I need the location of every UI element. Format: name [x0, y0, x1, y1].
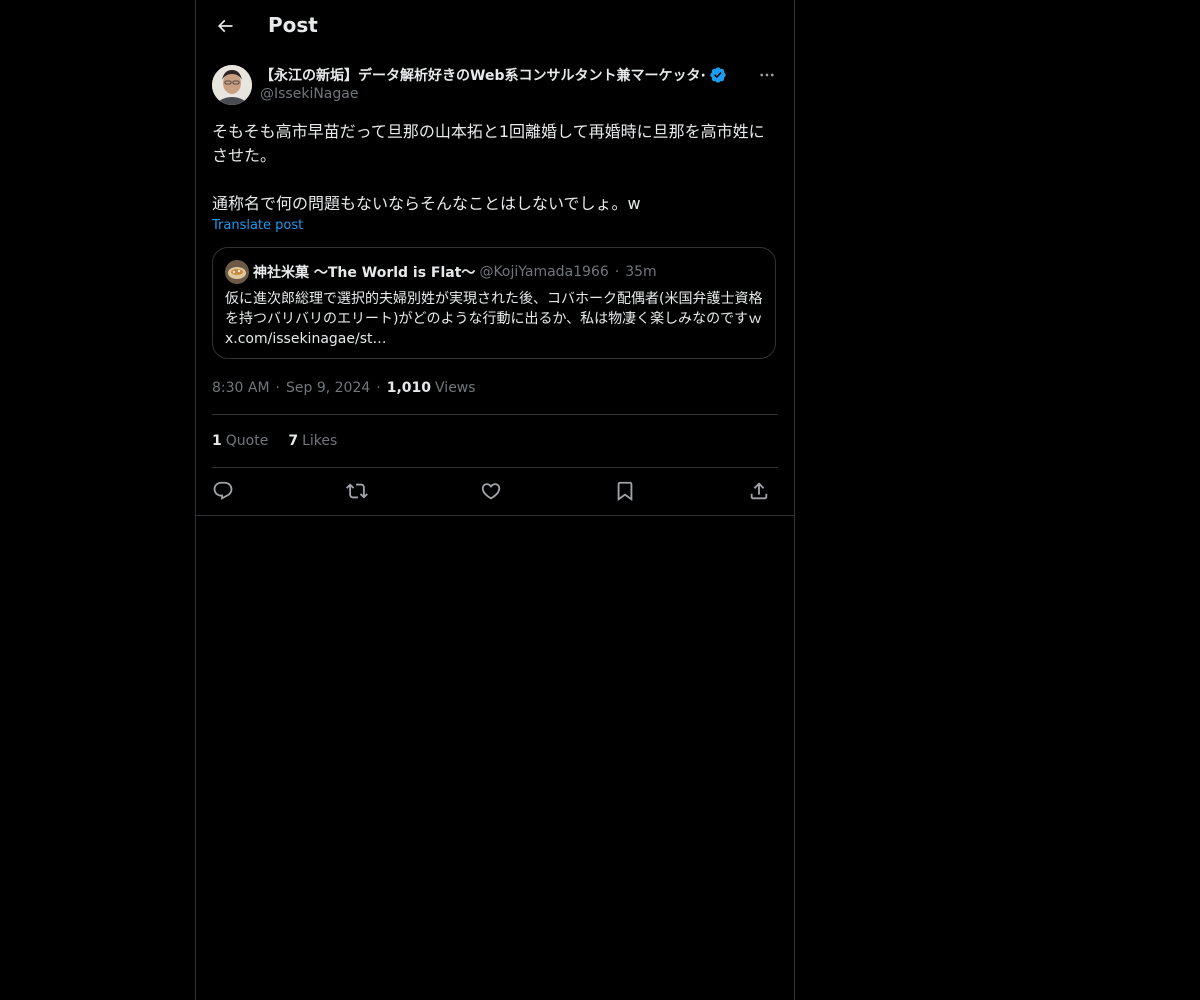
- action-bar: [212, 476, 778, 506]
- quotes-label: Quote: [225, 433, 269, 449]
- quotes-stat[interactable]: 1 Quote: [212, 433, 268, 449]
- tweet-paragraph: そもそも高市早苗だって旦那の山本拓と1回離婚して再婚時に旦那を高市姓にさせた。: [212, 122, 765, 165]
- views-label: Views: [435, 380, 476, 396]
- like-button[interactable]: [476, 476, 506, 506]
- quote-text: 仮に進次郎総理で選択的夫婦別姓が実現された後、コバホーク配偶者(米国弁護士資格を…: [225, 291, 763, 347]
- avatar[interactable]: [212, 65, 252, 105]
- translate-post-link[interactable]: Translate post: [212, 218, 303, 233]
- separator-dot: ·: [275, 380, 280, 396]
- tweet-text: そもそも高市早苗だって旦那の山本拓と1回離婚して再婚時に旦那を高市姓にさせた。 …: [212, 120, 778, 216]
- quote-author-handle: @KojiYamada1966: [479, 264, 609, 280]
- engagement-stats: 1 Quote 7 Likes: [212, 431, 357, 451]
- page-title: Post: [268, 13, 318, 37]
- back-button[interactable]: [208, 9, 242, 43]
- share-button[interactable]: [744, 476, 774, 506]
- reply-icon: [212, 480, 234, 502]
- author-handle[interactable]: @IssekiNagae: [260, 86, 358, 102]
- divider: [212, 467, 778, 468]
- divider: [196, 515, 794, 516]
- post-author: 【永江の新垢】データ解析好きのWeb系コンサルタント兼マーケッタ· @Issek…: [212, 64, 778, 108]
- quote-header: 神社米菓 〜The World is Flat〜 @KojiYamada1966…: [225, 260, 657, 284]
- divider: [212, 414, 778, 415]
- post-header: Post: [196, 0, 794, 53]
- quoted-post-card[interactable]: 神社米菓 〜The World is Flat〜 @KojiYamada1966…: [212, 247, 776, 359]
- display-name[interactable]: 【永江の新垢】データ解析好きのWeb系コンサルタント兼マーケッタ·: [260, 65, 706, 85]
- like-icon: [480, 480, 502, 502]
- likes-label: Likes: [302, 433, 338, 449]
- views-count: 1,010: [386, 380, 432, 396]
- post-meta: 8:30 AM · Sep 9, 2024 · 1,010 Views: [212, 378, 476, 398]
- verified-badge-icon[interactable]: [709, 66, 727, 84]
- separator-dot: ·: [614, 264, 620, 280]
- quote-avatar: [225, 260, 249, 284]
- repost-icon: [346, 480, 368, 502]
- separator-dot: ·: [376, 380, 381, 396]
- bookmark-icon: [614, 480, 636, 502]
- display-name-row: 【永江の新垢】データ解析好きのWeb系コンサルタント兼マーケッタ·: [260, 64, 760, 86]
- quote-timestamp: 35m: [625, 264, 657, 280]
- quotes-count: 1: [212, 433, 222, 449]
- quote-author-name: 神社米菓 〜The World is Flat〜: [253, 265, 476, 281]
- post-column: Post 【永江の新垢】データ解析好きのWeb系コンサルタント兼マーケッタ· @…: [195, 0, 795, 1000]
- repost-button[interactable]: [342, 476, 372, 506]
- bookmark-button[interactable]: [610, 476, 640, 506]
- reply-button[interactable]: [208, 476, 238, 506]
- post-time[interactable]: 8:30 AM: [212, 380, 270, 396]
- more-options-button[interactable]: [756, 64, 778, 86]
- post-date[interactable]: Sep 9, 2024: [286, 380, 370, 396]
- likes-stat[interactable]: 7 Likes: [288, 433, 337, 449]
- share-icon: [748, 480, 770, 502]
- arrow-left-icon: [215, 16, 235, 36]
- tweet-paragraph: 通称名で何の問題もないならそんなことはしないでしょ。w: [212, 194, 641, 213]
- likes-count: 7: [288, 433, 299, 449]
- more-horizontal-icon: [758, 66, 776, 84]
